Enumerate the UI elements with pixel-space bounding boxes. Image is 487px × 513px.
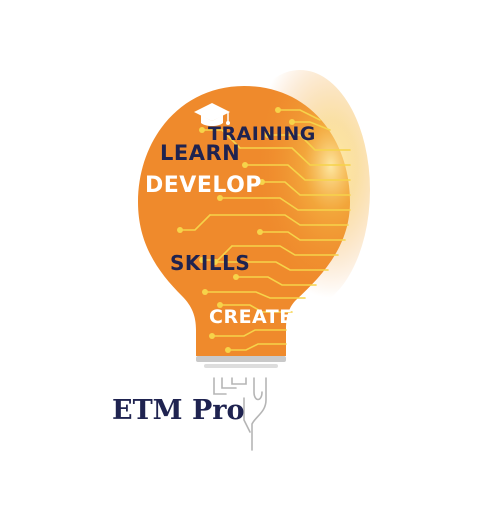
word-develop: DEVELOP xyxy=(145,173,262,198)
word-learn: LEARN xyxy=(160,141,240,165)
word-skills: SKILLS xyxy=(170,251,250,275)
brand-name: ETM Pro xyxy=(112,395,245,426)
word-create: CREATE xyxy=(209,306,293,328)
logo-stage: TRAINING LEARN DEVELOP SKILLS CREATE ETM… xyxy=(0,0,487,513)
etm-pro-logo: TRAINING LEARN DEVELOP SKILLS CREATE xyxy=(138,70,370,451)
bulb-base xyxy=(196,356,286,368)
